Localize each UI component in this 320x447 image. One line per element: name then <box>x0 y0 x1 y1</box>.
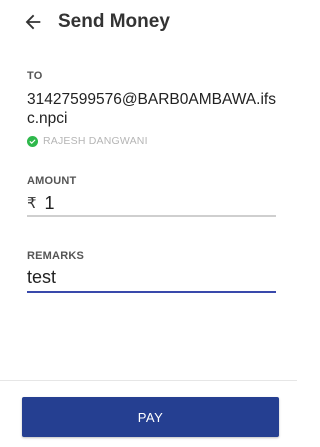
arrow-left-icon[interactable] <box>22 11 44 33</box>
to-label: TO <box>27 70 43 82</box>
page-title: Send Money <box>58 11 170 32</box>
remarks-input[interactable] <box>27 265 276 289</box>
recipient-name: RAJESH DANGWANI <box>43 135 148 147</box>
amount-label: AMOUNT <box>27 175 77 187</box>
verified-recipient: RAJESH DANGWANI <box>27 134 148 148</box>
check-circle-icon <box>27 135 38 147</box>
pay-button[interactable]: PAY <box>22 397 279 437</box>
app-header: Send Money <box>0 0 297 46</box>
remarks-label: REMARKS <box>27 250 85 262</box>
recipient-vpa: 31427599576@BARB0AMBAWA.ifsc.npci <box>27 91 276 127</box>
amount-underline <box>27 215 276 217</box>
amount-field: ₹ <box>27 191 276 215</box>
bottom-divider <box>0 380 297 381</box>
remarks-underline <box>27 291 276 293</box>
amount-input[interactable] <box>44 192 245 214</box>
rupee-icon: ₹ <box>27 194 37 212</box>
